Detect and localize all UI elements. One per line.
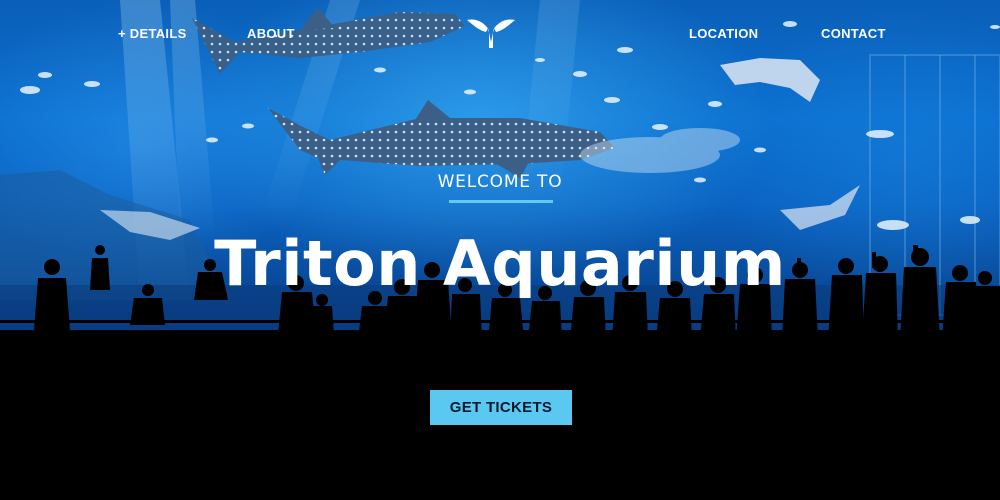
nav-about-link[interactable]: ABOUT xyxy=(247,26,295,41)
get-tickets-button[interactable]: GET TICKETS xyxy=(430,390,572,425)
welcome-text: WELCOME TO xyxy=(437,172,563,192)
logo-whale-tail-icon xyxy=(467,19,515,48)
whale-tail-icon[interactable] xyxy=(466,14,516,50)
nav-location-link[interactable]: LOCATION xyxy=(689,26,758,41)
nav-details-link[interactable]: + DETAILS xyxy=(118,26,187,41)
page-title: Triton Aquarium xyxy=(214,227,786,300)
nav-contact-link[interactable]: CONTACT xyxy=(821,26,886,41)
welcome-divider xyxy=(449,200,553,203)
landing-page: + DETAILS ABOUT LOCATION CONTACT WELCOME… xyxy=(0,0,1000,500)
